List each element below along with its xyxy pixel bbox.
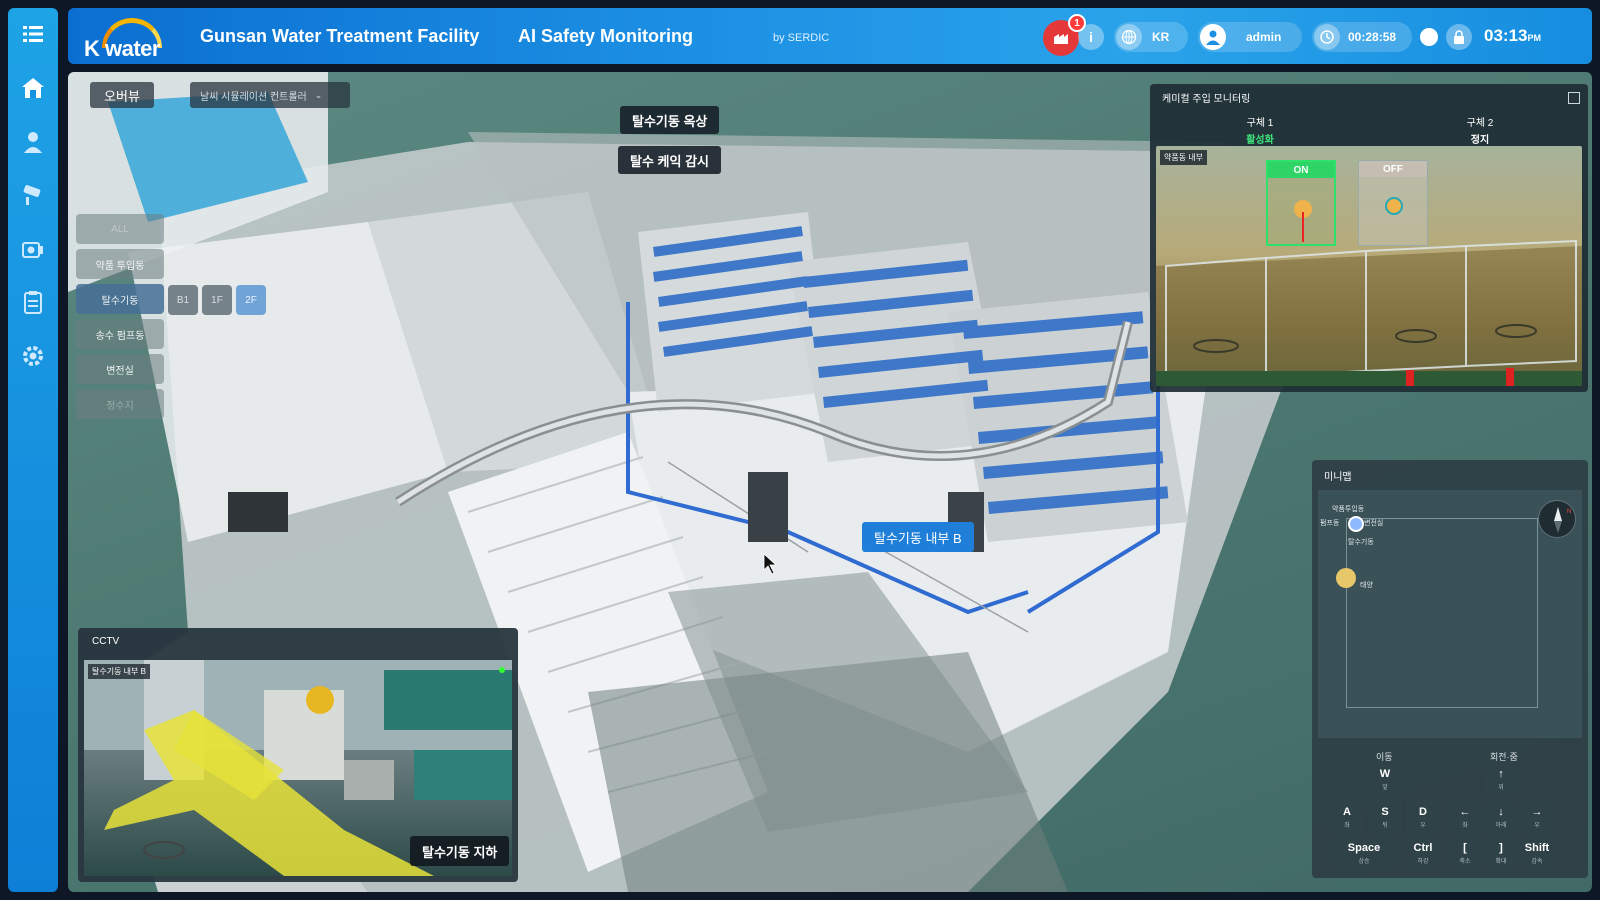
chemical-panel-title: 케미컬 주입 모니터링 [1162, 94, 1251, 105]
camera-label-roof[interactable]: 탈수기동 옥상 [620, 106, 720, 134]
pump-on-indicator[interactable]: ON [1266, 160, 1336, 246]
cctv-camera-tag: 탈수기동 내부 B [88, 664, 150, 679]
clock: 03:13PM [1484, 26, 1541, 46]
unit2-status: 구체 2 정지 [1420, 114, 1540, 146]
unit2-label: 구체 2 [1466, 118, 1494, 129]
building-item-chemical[interactable]: 약품 투입동 [76, 249, 164, 279]
unit1-status: 구체 1 활성화 [1200, 114, 1320, 146]
flow-line [1302, 212, 1304, 242]
timer-icon [1314, 24, 1340, 50]
clock-ampm: PM [1527, 33, 1541, 43]
weather-sim-dropdown[interactable]: 날씨 시뮬레이션 컨트롤러 ⌄ [190, 82, 350, 108]
facility-title: Gunsan Water Treatment Facility [200, 26, 480, 46]
key-arrow-left[interactable]: ← 좌 [1448, 800, 1482, 834]
floor-button-b1[interactable]: B1 [168, 285, 198, 315]
app-subtitle: AI Safety Monitoring [518, 26, 693, 46]
minimap-label: 변전실 [1364, 520, 1384, 527]
status-indicator [1420, 28, 1438, 46]
building-item-all[interactable]: ALL [76, 214, 164, 244]
cctv-location-label: 탈수기동 지하 [410, 836, 510, 866]
key-bracket-right[interactable]: ] 확대 [1484, 836, 1518, 870]
chemical-monitor-panel: 케미컬 주입 모니터링 구체 1 활성화 구체 2 정지 약품동 내부 ON O… [1150, 84, 1588, 392]
settings-icon[interactable] [19, 342, 47, 370]
timer-value: 00:28:58 [1348, 30, 1397, 44]
globe-icon [1116, 24, 1142, 50]
unit2-state: 정지 [1470, 135, 1490, 146]
cctv-feed[interactable]: 탈수기동 내부 B 탈수기동 지하 [84, 660, 512, 876]
app-root: K water Gunsan Water Treatment Facility … [0, 0, 1600, 900]
clipboard-icon[interactable] [19, 288, 47, 316]
user-menu[interactable]: admin [1198, 22, 1302, 52]
sensor-icon [1385, 197, 1403, 215]
clock-time: 03:13 [1484, 26, 1528, 45]
key-shift[interactable]: Shift 감속 [1520, 836, 1554, 870]
unit1-state: 활성화 [1246, 135, 1274, 146]
cctv-title: CCTV [92, 636, 120, 647]
minimap-title: 미니맵 [1324, 472, 1352, 483]
unit1-label: 구체 1 [1246, 118, 1274, 129]
pump-on-label: ON [1268, 162, 1334, 178]
info-button[interactable]: i [1078, 24, 1104, 50]
key-space[interactable]: Space 상승 [1330, 836, 1398, 870]
building-menu: ALL 약품 투입동 탈수기동 송수 펌프동 변전실 정수지 [76, 214, 164, 424]
worker-icon[interactable] [19, 128, 47, 156]
language-selector[interactable]: KR [1114, 22, 1188, 52]
minimap-label: 탈수기동 [1348, 539, 1374, 546]
session-timer: 00:28:58 [1312, 22, 1412, 52]
key-d[interactable]: D우 [1406, 800, 1440, 834]
pump-off-indicator[interactable]: OFF [1358, 160, 1428, 246]
chevron-down-icon: ⌄ [314, 89, 323, 100]
pump-off-label: OFF [1359, 161, 1427, 177]
site-boundary [1346, 518, 1538, 708]
building-item-dewatering[interactable]: 탈수기동 [76, 284, 164, 314]
cctv-panel: CCTV 탈수기동 내부 B 탈수기동 지하 [78, 628, 518, 882]
key-bracket-left[interactable]: [축소 [1448, 836, 1482, 870]
minimap-panel: 미니맵 약품투입동 펌프동 변전실 탈수기동 태양 N 이동 회전·줌 W앞 A… [1312, 460, 1588, 878]
compass-icon: N [1538, 500, 1576, 538]
camera-label-inside-b[interactable]: 탈수기동 내부 B [862, 522, 974, 552]
floor-button-1f[interactable]: 1F [202, 285, 232, 315]
key-s[interactable]: S뒤 [1368, 800, 1402, 834]
info-icon: i [1089, 29, 1093, 45]
key-ctrl[interactable]: Ctrl 하강 [1406, 836, 1440, 870]
lock-icon [1454, 30, 1464, 44]
minimap-label: 펌프동 [1320, 520, 1340, 527]
building-item-pump[interactable]: 송수 펌프동 [76, 319, 164, 349]
dropdown-label: 날씨 시뮬레이션 컨트롤러 [200, 91, 307, 103]
minimap-label: 약품투입동 [1332, 506, 1365, 513]
alarm-icon [1054, 34, 1068, 44]
floor-button-2f[interactable]: 2F [236, 285, 266, 315]
home-icon[interactable] [19, 74, 47, 102]
kwater-logo: K water [84, 18, 176, 61]
username: admin [1246, 30, 1282, 44]
key-arrow-right[interactable]: → 우 [1520, 800, 1554, 834]
key-arrow-down[interactable]: ↓ 아래 [1484, 800, 1518, 834]
top-header: K water Gunsan Water Treatment Facility … [68, 8, 1592, 64]
cctv-camera-icon[interactable] [19, 180, 47, 208]
maximize-icon[interactable] [1568, 92, 1580, 104]
lock-button[interactable] [1446, 24, 1472, 50]
chemical-camera-view[interactable]: 약품동 내부 ON OFF [1156, 146, 1582, 386]
svg-text:N: N [1567, 509, 1571, 515]
sun-icon [1336, 568, 1356, 588]
camera-position-marker [1348, 516, 1364, 532]
language-label: KR [1152, 30, 1170, 44]
key-w[interactable]: W앞 [1368, 762, 1402, 796]
chemical-view-tag: 약품동 내부 [1160, 150, 1208, 165]
building-item-reservoir[interactable]: 정수지 [76, 389, 164, 419]
user-avatar-icon [1200, 24, 1226, 50]
building-item-substation[interactable]: 변전실 [76, 354, 164, 384]
left-sidebar [8, 8, 58, 892]
tab-overview[interactable]: 오버뷰 [90, 82, 154, 108]
vendor-credit: by SERDIC [773, 32, 830, 44]
camera-label-cake[interactable]: 탈수 케익 감시 [618, 146, 721, 174]
key-a[interactable]: A좌 [1330, 800, 1364, 834]
camera-device-icon[interactable] [19, 234, 47, 262]
menu-icon[interactable] [19, 20, 47, 48]
key-arrow-up[interactable]: ↑ 위 [1484, 762, 1518, 796]
minimap-label: 태양 [1360, 582, 1373, 589]
